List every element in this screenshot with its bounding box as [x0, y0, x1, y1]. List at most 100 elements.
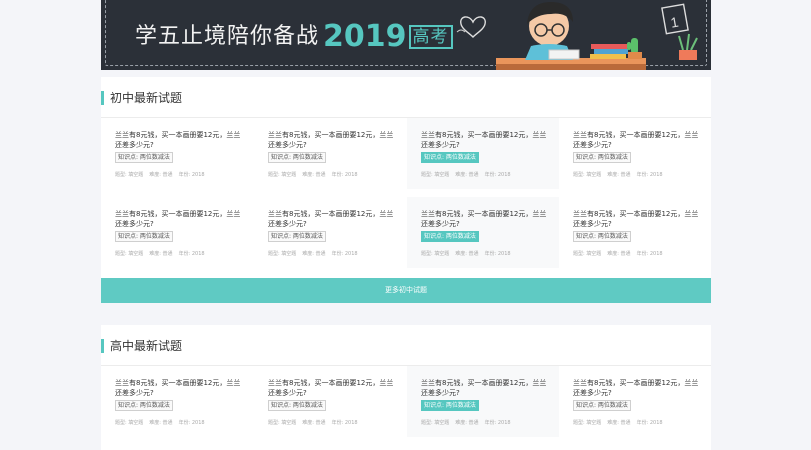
question-type: 题型: 填空题: [115, 420, 144, 426]
question-text[interactable]: 兰兰有8元钱，买一本画册要12元，兰兰还差多少元?: [268, 130, 394, 150]
knowledge-tag[interactable]: 知识点: 两位数减法: [421, 231, 479, 242]
section-title: 初中最新试题: [110, 91, 183, 105]
question-year: 年份: 2018: [484, 251, 511, 257]
question-difficulty: 难度: 普通: [607, 251, 631, 257]
book: [548, 49, 580, 60]
question-text[interactable]: 兰兰有8元钱，买一本画册要12元，兰兰还差多少元?: [115, 209, 241, 229]
section-header: 初中最新试题: [101, 77, 711, 118]
question-difficulty: 难度: 普通: [149, 420, 173, 426]
question-meta: 题型: 填空题 难度: 普通 年份: 2018: [268, 171, 364, 178]
section-title: 高中最新试题: [110, 339, 183, 353]
question-text[interactable]: 兰兰有8元钱，买一本画册要12元，兰兰还差多少元?: [573, 209, 699, 229]
question-text[interactable]: 兰兰有8元钱，买一本画册要12元，兰兰还差多少元?: [268, 378, 394, 398]
cactus: [631, 38, 638, 54]
question-difficulty: 难度: 普通: [302, 420, 326, 426]
question-meta: 题型: 填空题 难度: 普通 年份: 2018: [115, 250, 211, 257]
question-type: 题型: 填空题: [421, 251, 450, 257]
question-year: 年份: 2018: [178, 172, 205, 178]
question-difficulty: 难度: 普通: [607, 172, 631, 178]
knowledge-tag[interactable]: 知识点: 两位数减法: [268, 400, 326, 411]
question-year: 年份: 2018: [178, 251, 205, 257]
knowledge-tag[interactable]: 知识点: 两位数减法: [115, 400, 173, 411]
banner-illustration: 1: [456, 2, 698, 70]
question-year: 年份: 2018: [178, 420, 205, 426]
question-meta: 题型: 填空题 难度: 普通 年份: 2018: [573, 250, 669, 257]
question-meta: 题型: 填空题 难度: 普通 年份: 2018: [268, 250, 364, 257]
knowledge-tag[interactable]: 知识点: 两位数减法: [421, 152, 479, 163]
calendar-number: 1: [669, 14, 680, 31]
question-type: 题型: 填空题: [421, 172, 450, 178]
question-difficulty: 难度: 普通: [149, 172, 173, 178]
question-year: 年份: 2018: [636, 251, 663, 257]
question-card[interactable]: 兰兰有8元钱，买一本画册要12元，兰兰还差多少元? 知识点: 两位数减法题型: 填…: [101, 118, 253, 189]
question-card[interactable]: 兰兰有8元钱，买一本画册要12元，兰兰还差多少元? 知识点: 两位数减法题型: 填…: [559, 118, 711, 189]
question-meta: 题型: 填空题 难度: 普通 年份: 2018: [421, 250, 517, 257]
question-text[interactable]: 兰兰有8元钱，买一本画册要12元，兰兰还差多少元?: [115, 378, 241, 398]
more-junior-button[interactable]: 更多初中试题: [101, 278, 711, 303]
knowledge-tag[interactable]: 知识点: 两位数减法: [115, 152, 173, 163]
question-type: 题型: 填空题: [268, 251, 297, 257]
question-card[interactable]: 兰兰有8元钱，买一本画册要12元，兰兰还差多少元? 知识点: 两位数减法题型: 填…: [254, 197, 406, 268]
question-meta: 题型: 填空题 难度: 普通 年份: 2018: [115, 171, 211, 178]
question-meta: 题型: 填空题 难度: 普通 年份: 2018: [421, 419, 517, 426]
question-year: 年份: 2018: [484, 172, 511, 178]
section-junior: 初中最新试题 兰兰有8元钱，买一本画册要12元，兰兰还差多少元? 知识点: 两位数…: [101, 77, 711, 303]
knowledge-tag[interactable]: 知识点: 两位数减法: [573, 152, 631, 163]
banner: 学五止境陪你备战 2019 高考 1: [101, 0, 711, 70]
question-difficulty: 难度: 普通: [302, 251, 326, 257]
question-difficulty: 难度: 普通: [455, 251, 479, 257]
doodle-icon: [456, 29, 466, 33]
question-year: 年份: 2018: [331, 172, 358, 178]
question-text[interactable]: 兰兰有8元钱，买一本画册要12元，兰兰还差多少元?: [421, 209, 547, 229]
question-type: 题型: 填空题: [268, 172, 297, 178]
question-year: 年份: 2018: [484, 420, 511, 426]
knowledge-tag[interactable]: 知识点: 两位数减法: [573, 231, 631, 242]
heart-icon: [460, 16, 486, 38]
question-card[interactable]: 兰兰有8元钱，买一本画册要12元，兰兰还差多少元? 知识点: 两位数减法题型: 填…: [254, 366, 406, 437]
question-year: 年份: 2018: [636, 172, 663, 178]
section-accent-bar: [101, 91, 104, 105]
question-type: 题型: 填空题: [573, 420, 602, 426]
question-card[interactable]: 兰兰有8元钱，买一本画册要12元，兰兰还差多少元? 知识点: 两位数减法题型: 填…: [101, 197, 253, 268]
question-difficulty: 难度: 普通: [455, 420, 479, 426]
question-text[interactable]: 兰兰有8元钱，买一本画册要12元，兰兰还差多少元?: [573, 130, 699, 150]
knowledge-tag[interactable]: 知识点: 两位数减法: [268, 152, 326, 163]
question-difficulty: 难度: 普通: [607, 420, 631, 426]
question-card[interactable]: 兰兰有8元钱，买一本画册要12元，兰兰还差多少元? 知识点: 两位数减法题型: 填…: [101, 366, 253, 437]
question-card[interactable]: 兰兰有8元钱，买一本画册要12元，兰兰还差多少元? 知识点: 两位数减法题型: 填…: [407, 366, 559, 437]
question-difficulty: 难度: 普通: [455, 172, 479, 178]
question-card[interactable]: 兰兰有8元钱，买一本画册要12元，兰兰还差多少元? 知识点: 两位数减法题型: 填…: [254, 118, 406, 189]
question-type: 题型: 填空题: [115, 251, 144, 257]
knowledge-tag[interactable]: 知识点: 两位数减法: [268, 231, 326, 242]
question-meta: 题型: 填空题 难度: 普通 年份: 2018: [421, 171, 517, 178]
question-card[interactable]: 兰兰有8元钱，买一本画册要12元，兰兰还差多少元? 知识点: 两位数减法题型: 填…: [559, 197, 711, 268]
question-difficulty: 难度: 普通: [302, 172, 326, 178]
question-meta: 题型: 填空题 难度: 普通 年份: 2018: [573, 171, 669, 178]
question-card[interactable]: 兰兰有8元钱，买一本画册要12元，兰兰还差多少元? 知识点: 两位数减法题型: 填…: [407, 197, 559, 268]
question-text[interactable]: 兰兰有8元钱，买一本画册要12元，兰兰还差多少元?: [115, 130, 241, 150]
question-meta: 题型: 填空题 难度: 普通 年份: 2018: [268, 419, 364, 426]
question-text[interactable]: 兰兰有8元钱，买一本画册要12元，兰兰还差多少元?: [573, 378, 699, 398]
question-type: 题型: 填空题: [573, 172, 602, 178]
question-year: 年份: 2018: [331, 251, 358, 257]
question-difficulty: 难度: 普通: [149, 251, 173, 257]
question-type: 题型: 填空题: [421, 420, 450, 426]
question-type: 题型: 填空题: [268, 420, 297, 426]
knowledge-tag[interactable]: 知识点: 两位数减法: [115, 231, 173, 242]
question-meta: 题型: 填空题 难度: 普通 年份: 2018: [115, 419, 211, 426]
section-senior: 高中最新试题 兰兰有8元钱，买一本画册要12元，兰兰还差多少元? 知识点: 两位数…: [101, 325, 711, 450]
question-meta: 题型: 填空题 难度: 普通 年份: 2018: [573, 419, 669, 426]
question-type: 题型: 填空题: [573, 251, 602, 257]
question-type: 题型: 填空题: [115, 172, 144, 178]
section-accent-bar: [101, 339, 104, 353]
question-text[interactable]: 兰兰有8元钱，买一本画册要12元，兰兰还差多少元?: [421, 378, 547, 398]
knowledge-tag[interactable]: 知识点: 两位数减法: [421, 400, 479, 411]
question-card[interactable]: 兰兰有8元钱，买一本画册要12元，兰兰还差多少元? 知识点: 两位数减法题型: 填…: [559, 366, 711, 437]
question-text[interactable]: 兰兰有8元钱，买一本画册要12元，兰兰还差多少元?: [268, 209, 394, 229]
question-text[interactable]: 兰兰有8元钱，买一本画册要12元，兰兰还差多少元?: [421, 130, 547, 150]
question-year: 年份: 2018: [636, 420, 663, 426]
knowledge-tag[interactable]: 知识点: 两位数减法: [573, 400, 631, 411]
question-card[interactable]: 兰兰有8元钱，买一本画册要12元，兰兰还差多少元? 知识点: 两位数减法题型: 填…: [407, 118, 559, 189]
plant-icon: [678, 33, 698, 51]
section-header: 高中最新试题: [101, 325, 711, 366]
